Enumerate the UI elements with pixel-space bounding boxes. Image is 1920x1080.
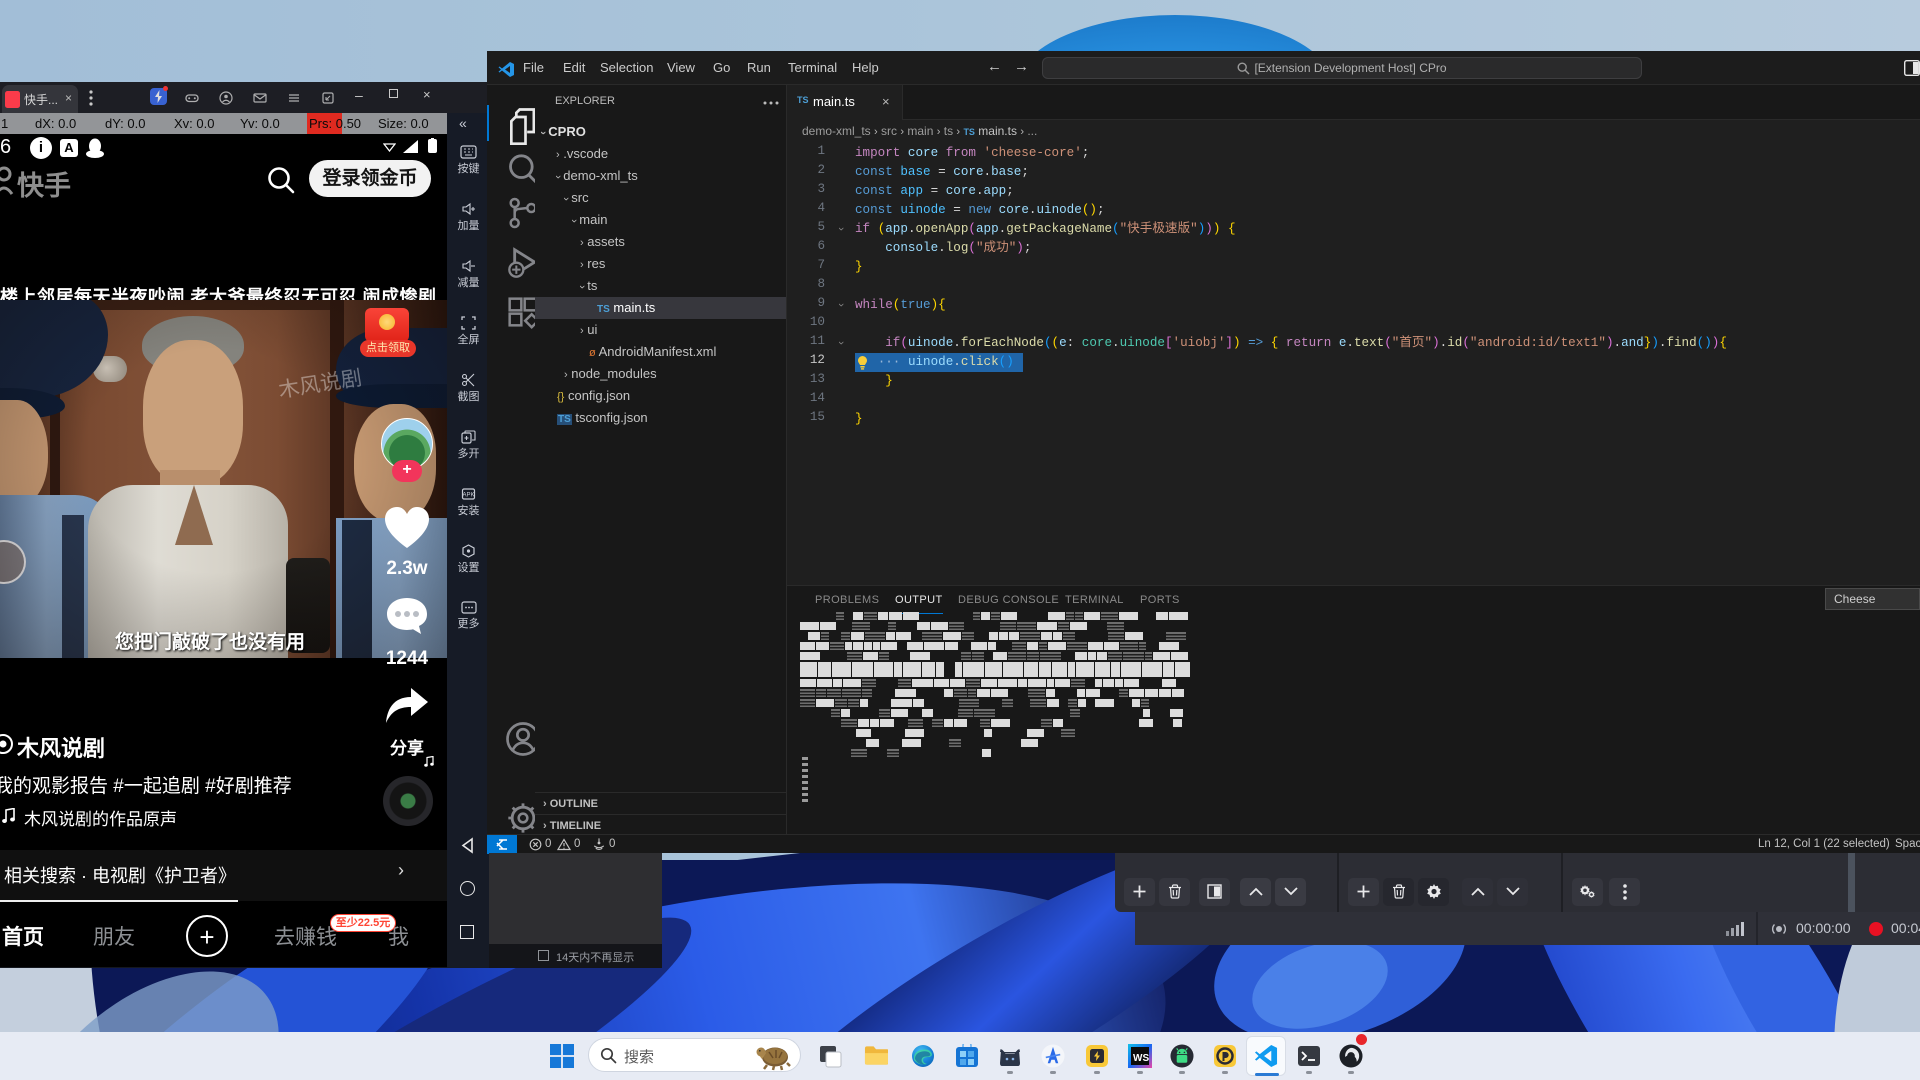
svg-text:WS: WS: [1133, 1053, 1149, 1064]
svg-text:APK: APK: [462, 493, 474, 499]
